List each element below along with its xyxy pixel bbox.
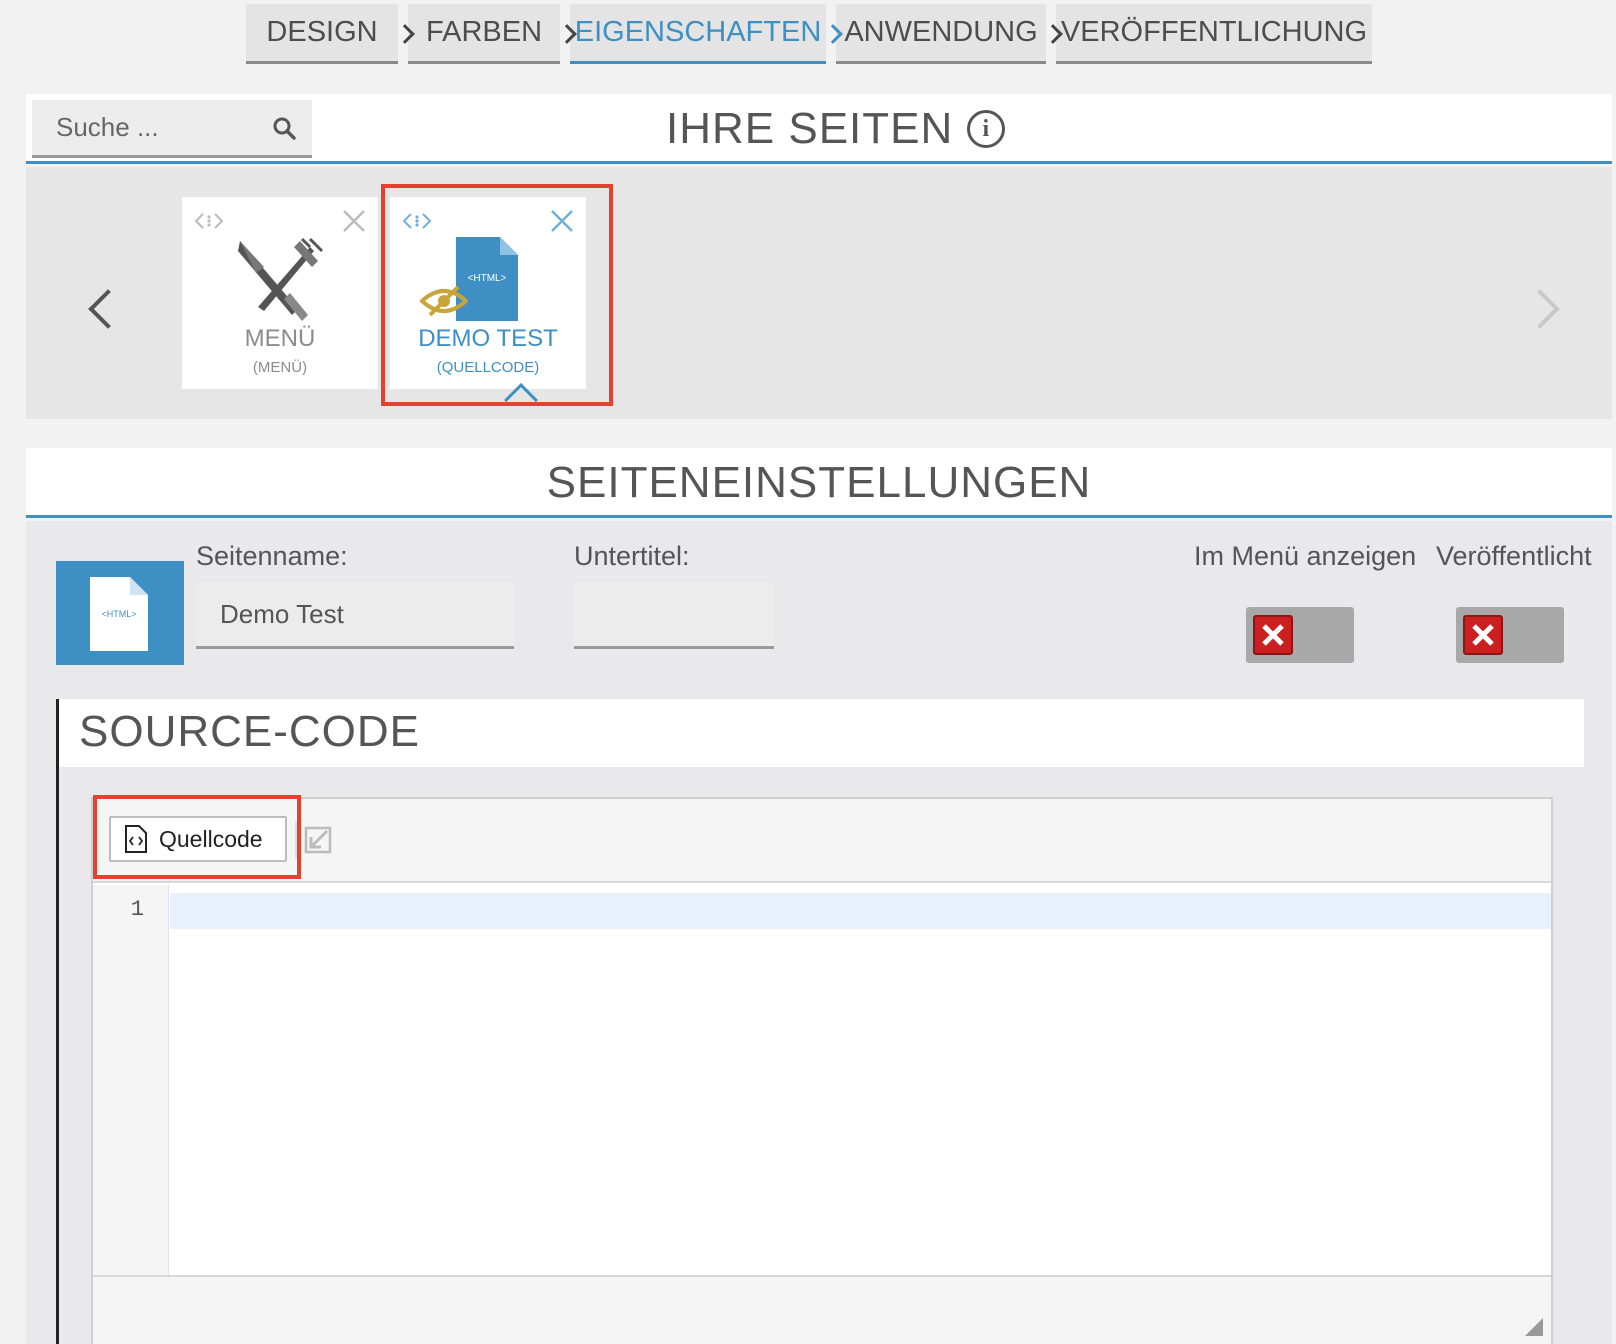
pages-title-text: IHRE SEITEN <box>666 104 954 153</box>
step-label: FARBEN <box>425 16 543 48</box>
source-code-title: SOURCE-CODE <box>59 699 1584 767</box>
step-design[interactable]: DESIGN <box>246 4 398 64</box>
editor-toolbar: Quellcode <box>93 795 1551 883</box>
settings-header: SEITENEINSTELLUNGEN <box>26 448 1612 518</box>
page-name-label: Seitenname: <box>196 541 348 571</box>
source-code-panel: SOURCE-CODE Quellcode 1 <box>56 699 1610 1344</box>
step-veroeffentlichung[interactable]: VERÖFFENTLICHUNG <box>1056 4 1372 64</box>
code-editor: Quellcode 1 <box>91 795 1553 1344</box>
step-separator <box>1043 4 1063 64</box>
cutlery-icon <box>238 237 324 321</box>
maximize-icon[interactable] <box>303 825 333 855</box>
subtitle-label: Untertitel: <box>574 541 690 571</box>
line-number-gutter: 1 <box>93 885 169 1275</box>
subtitle-field[interactable] <box>574 583 774 649</box>
tile-name: MENÜ <box>244 325 316 352</box>
show-in-menu-label: Im Menü anzeigen <box>1194 541 1417 571</box>
tile-type: (MENÜ) <box>252 359 308 376</box>
carousel-next-icon[interactable] <box>1520 289 1560 329</box>
published-label: Veröffentlicht <box>1436 541 1592 571</box>
step-label: DESIGN <box>266 16 378 48</box>
page-type-icon: <HTML> <box>56 561 184 665</box>
show-in-menu-toggle[interactable] <box>1246 607 1354 663</box>
step-farben[interactable]: FARBEN <box>408 4 560 64</box>
line-number: 1 <box>130 897 144 922</box>
step-anwendung[interactable]: ANWENDUNG <box>836 4 1046 64</box>
move-icon[interactable] <box>194 209 224 233</box>
tile-highlight-frame <box>381 184 613 406</box>
search-input[interactable] <box>32 100 252 155</box>
close-icon[interactable] <box>342 209 366 233</box>
toggle-off-icon <box>1463 615 1503 655</box>
pages-header: IHRE SEITEN i <box>26 94 1612 164</box>
search-box <box>32 100 312 158</box>
step-separator <box>395 4 415 64</box>
html-file-icon: <HTML> <box>90 577 148 651</box>
step-eigenschaften[interactable]: EIGENSCHAFTEN <box>570 4 826 64</box>
page-name-field[interactable]: Demo Test <box>196 583 514 649</box>
wizard-steps: DESIGN FARBEN EIGENSCHAFTEN ANWENDUNG VE… <box>246 4 1372 66</box>
step-label: VERÖFFENTLICHUNG <box>1060 16 1368 48</box>
published-toggle[interactable] <box>1456 607 1564 663</box>
button-highlight-frame <box>93 795 301 879</box>
active-code-line[interactable] <box>170 893 1551 929</box>
page-tile-menu[interactable]: MENÜ (MENÜ) <box>182 197 378 389</box>
pages-carousel: MENÜ (MENÜ) <HTML> DEMO TEST (QUELLCODE) <box>26 167 1612 419</box>
step-label: EIGENSCHAFTEN <box>574 16 822 48</box>
settings-body: <HTML> Seitenname: Demo Test Untertitel:… <box>26 521 1612 1344</box>
editor-statusbar <box>93 1275 1551 1344</box>
toggle-off-icon <box>1253 615 1293 655</box>
resize-handle-icon[interactable] <box>1525 1318 1543 1336</box>
step-separator <box>823 4 843 64</box>
carousel-prev-icon[interactable] <box>88 289 128 329</box>
step-label: ANWENDUNG <box>844 16 1038 48</box>
search-icon[interactable] <box>272 116 296 140</box>
info-icon[interactable]: i <box>967 110 1006 148</box>
pages-title: IHRE SEITEN i <box>666 100 1006 158</box>
step-separator <box>557 4 577 64</box>
page-icon-text: <HTML> <box>101 609 136 619</box>
